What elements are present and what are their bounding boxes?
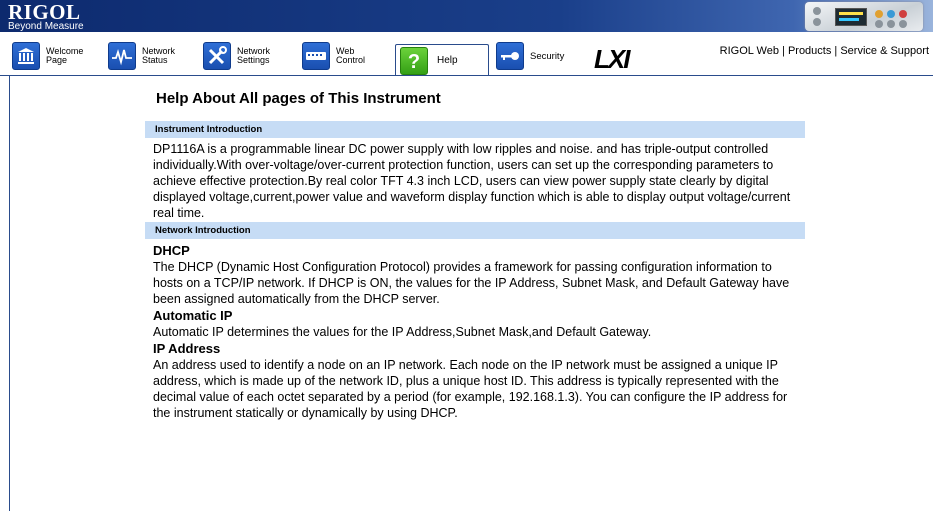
help-content: Help About All pages of This Instrument … [145, 90, 805, 421]
building-icon [12, 42, 40, 70]
link-separator: | [782, 45, 785, 57]
tab-label-line2: Control [336, 55, 366, 65]
keyboard-icon [302, 42, 330, 70]
dhcp-text: The DHCP (Dynamic Host Configuration Pro… [153, 260, 790, 306]
ip-address-title: IP Address [153, 341, 221, 356]
tab-help[interactable]: ? Help [395, 44, 489, 76]
tab-label: Security [530, 50, 565, 62]
link-rigol-web[interactable]: RIGOL Web [720, 45, 779, 57]
link-separator: | [834, 45, 838, 57]
tab-label: Help [437, 55, 458, 66]
section-header-instrument: Instrument Introduction [145, 121, 805, 138]
header-banner: RIGOL Beyond Measure [0, 0, 933, 32]
question-icon: ? [400, 46, 428, 75]
left-border [9, 76, 10, 511]
logo-brand: RIGOL [8, 0, 81, 24]
top-links: RIGOL Web | Products | Service & Support [720, 45, 929, 57]
tab-label-line2: Status [142, 55, 168, 65]
dhcp-title: DHCP [153, 243, 190, 258]
page-title: Help About All pages of This Instrument [156, 90, 441, 107]
nav-bar: Welcome Page Network Status Network Setting… [0, 32, 933, 76]
tab-label-line2: Page [46, 55, 68, 65]
nav-underline [0, 75, 933, 76]
link-service-support[interactable]: Service & Support [840, 45, 929, 57]
network-status-icon [108, 42, 136, 70]
tab-label-line2: Settings [237, 55, 270, 65]
tools-icon [203, 42, 231, 70]
instrument-intro-text: DP1116A is a programmable linear DC powe… [153, 142, 791, 220]
tab-security[interactable]: Security [496, 36, 564, 76]
tab-welcome-page[interactable]: Welcome Page [12, 36, 83, 76]
tab-network-settings[interactable]: Network Settings [203, 36, 270, 76]
instrument-image [805, 2, 923, 31]
lxi-logo: LXI [594, 44, 630, 74]
rigol-logo[interactable]: RIGOL Beyond Measure [8, 2, 84, 32]
section-header-network: Network Introduction [145, 222, 805, 239]
automatic-ip-title: Automatic IP [153, 308, 233, 323]
logo-tagline: Beyond Measure [8, 21, 84, 32]
link-products[interactable]: Products [788, 45, 831, 57]
key-icon [496, 42, 524, 70]
automatic-ip-text: Automatic IP determines the values for t… [153, 325, 652, 339]
tab-web-control[interactable]: Web Control [302, 36, 365, 76]
svg-text:?: ? [408, 51, 420, 72]
tab-network-status[interactable]: Network Status [108, 36, 175, 76]
ip-address-text: An address used to identify a node on an… [153, 358, 788, 420]
